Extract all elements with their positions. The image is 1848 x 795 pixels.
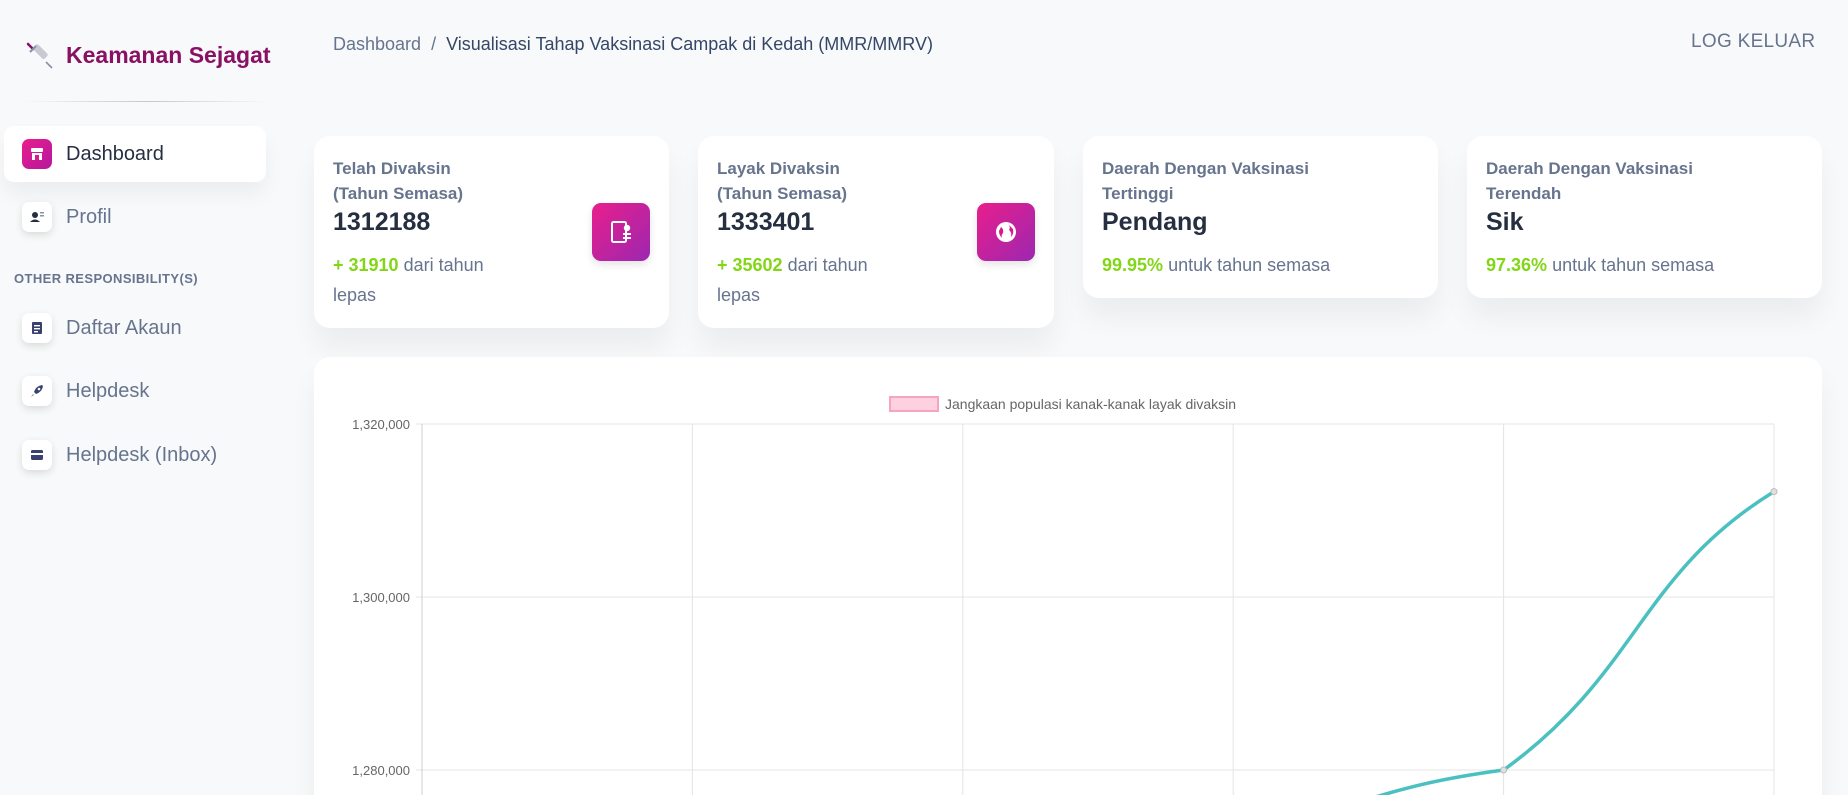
stat-card-vaccinated: Telah Divaksin (Tahun Semasa) 1312188 + 3…: [314, 136, 669, 328]
stat-card-eligible: Layak Divaksin (Tahun Semasa) 1333401 + 3…: [698, 136, 1054, 328]
sidebar-item-helpdesk[interactable]: Helpdesk: [4, 363, 266, 419]
rocket-icon: [22, 376, 52, 406]
card-value: 1312188: [333, 208, 431, 236]
legend-swatch: [889, 396, 939, 412]
sidebar-item-helpdesk-inbox[interactable]: Helpdesk (Inbox): [4, 427, 266, 483]
sidebar-section-title: OTHER RESPONSIBILITY(S): [14, 271, 198, 286]
syringe-icon: [22, 38, 56, 72]
breadcrumb-separator: /: [431, 34, 437, 54]
card-label: Telah Divaksin (Tahun Semasa): [333, 159, 464, 203]
sidebar-item-daftar-akaun[interactable]: Daftar Akaun: [4, 300, 266, 356]
stat-card-highest: Daerah Dengan Vaksinasi Tertinggi Pendang…: [1083, 136, 1438, 298]
clipboard-icon: [592, 203, 650, 261]
line-chart: 1,320,000 1,300,000 1,280,000 Jangkaan popu…: [352, 396, 1778, 795]
document-icon: [22, 313, 52, 343]
sidebar: Keamanan Sejagat Dashboard Profil OTHER …: [0, 0, 272, 795]
breadcrumb-root[interactable]: Dashboard: [333, 34, 421, 55]
chart-card: 1,320,000 1,300,000 1,280,000 Jangkaan popu…: [314, 357, 1822, 795]
y-tick-label: 1,320,000: [352, 417, 410, 432]
card-subtext: 99.95% untuk tahun semasa: [1102, 255, 1331, 275]
sidebar-item-profil[interactable]: Profil: [4, 189, 266, 245]
sidebar-item-label: Daftar Akaun: [66, 316, 182, 339]
card-icon: [22, 440, 52, 470]
data-point: [1500, 766, 1508, 774]
globe-icon: [977, 203, 1035, 261]
data-point: [1770, 488, 1778, 496]
sidebar-item-label: Helpdesk (Inbox): [66, 443, 218, 466]
card-label: Daerah Dengan Vaksinasi Tertinggi: [1102, 159, 1309, 203]
stat-card-lowest: Daerah Dengan Vaksinasi Terendah Sik 97.3…: [1467, 136, 1822, 298]
user-icon: [22, 202, 52, 232]
sidebar-item-dashboard[interactable]: Dashboard: [4, 126, 266, 182]
y-tick-label: 1,280,000: [352, 763, 410, 778]
shop-icon: [22, 139, 52, 169]
card-value: Pendang: [1102, 208, 1208, 236]
logout-button[interactable]: LOG KELUAR: [1691, 31, 1815, 53]
breadcrumb: Dashboard / Visualisasi Tahap Vaksinasi …: [333, 34, 933, 55]
sidebar-item-label: Helpdesk: [66, 379, 150, 402]
breadcrumb-current: Visualisasi Tahap Vaksinasi Campak di Ke…: [446, 34, 933, 54]
card-label: Daerah Dengan Vaksinasi Terendah: [1486, 159, 1693, 203]
card-value: 1333401: [717, 208, 815, 236]
y-tick-label: 1,300,000: [352, 590, 410, 605]
brand-name: Keamanan Sejagat: [66, 41, 271, 68]
sidebar-divider: [22, 101, 270, 102]
card-subtext: + 35602 dari tahun lepas: [717, 255, 868, 305]
brand[interactable]: Keamanan Sejagat: [22, 38, 271, 72]
card-subtext: 97.36% untuk tahun semasa: [1486, 255, 1715, 275]
sidebar-item-label: Profil: [66, 205, 112, 228]
card-value: Sik: [1486, 208, 1524, 236]
sidebar-item-label: Dashboard: [66, 142, 164, 165]
card-label: Layak Divaksin (Tahun Semasa): [717, 159, 848, 203]
legend-label: Jangkaan populasi kanak-kanak layak diva…: [945, 396, 1236, 412]
card-subtext: + 31910 dari tahun lepas: [333, 255, 484, 305]
